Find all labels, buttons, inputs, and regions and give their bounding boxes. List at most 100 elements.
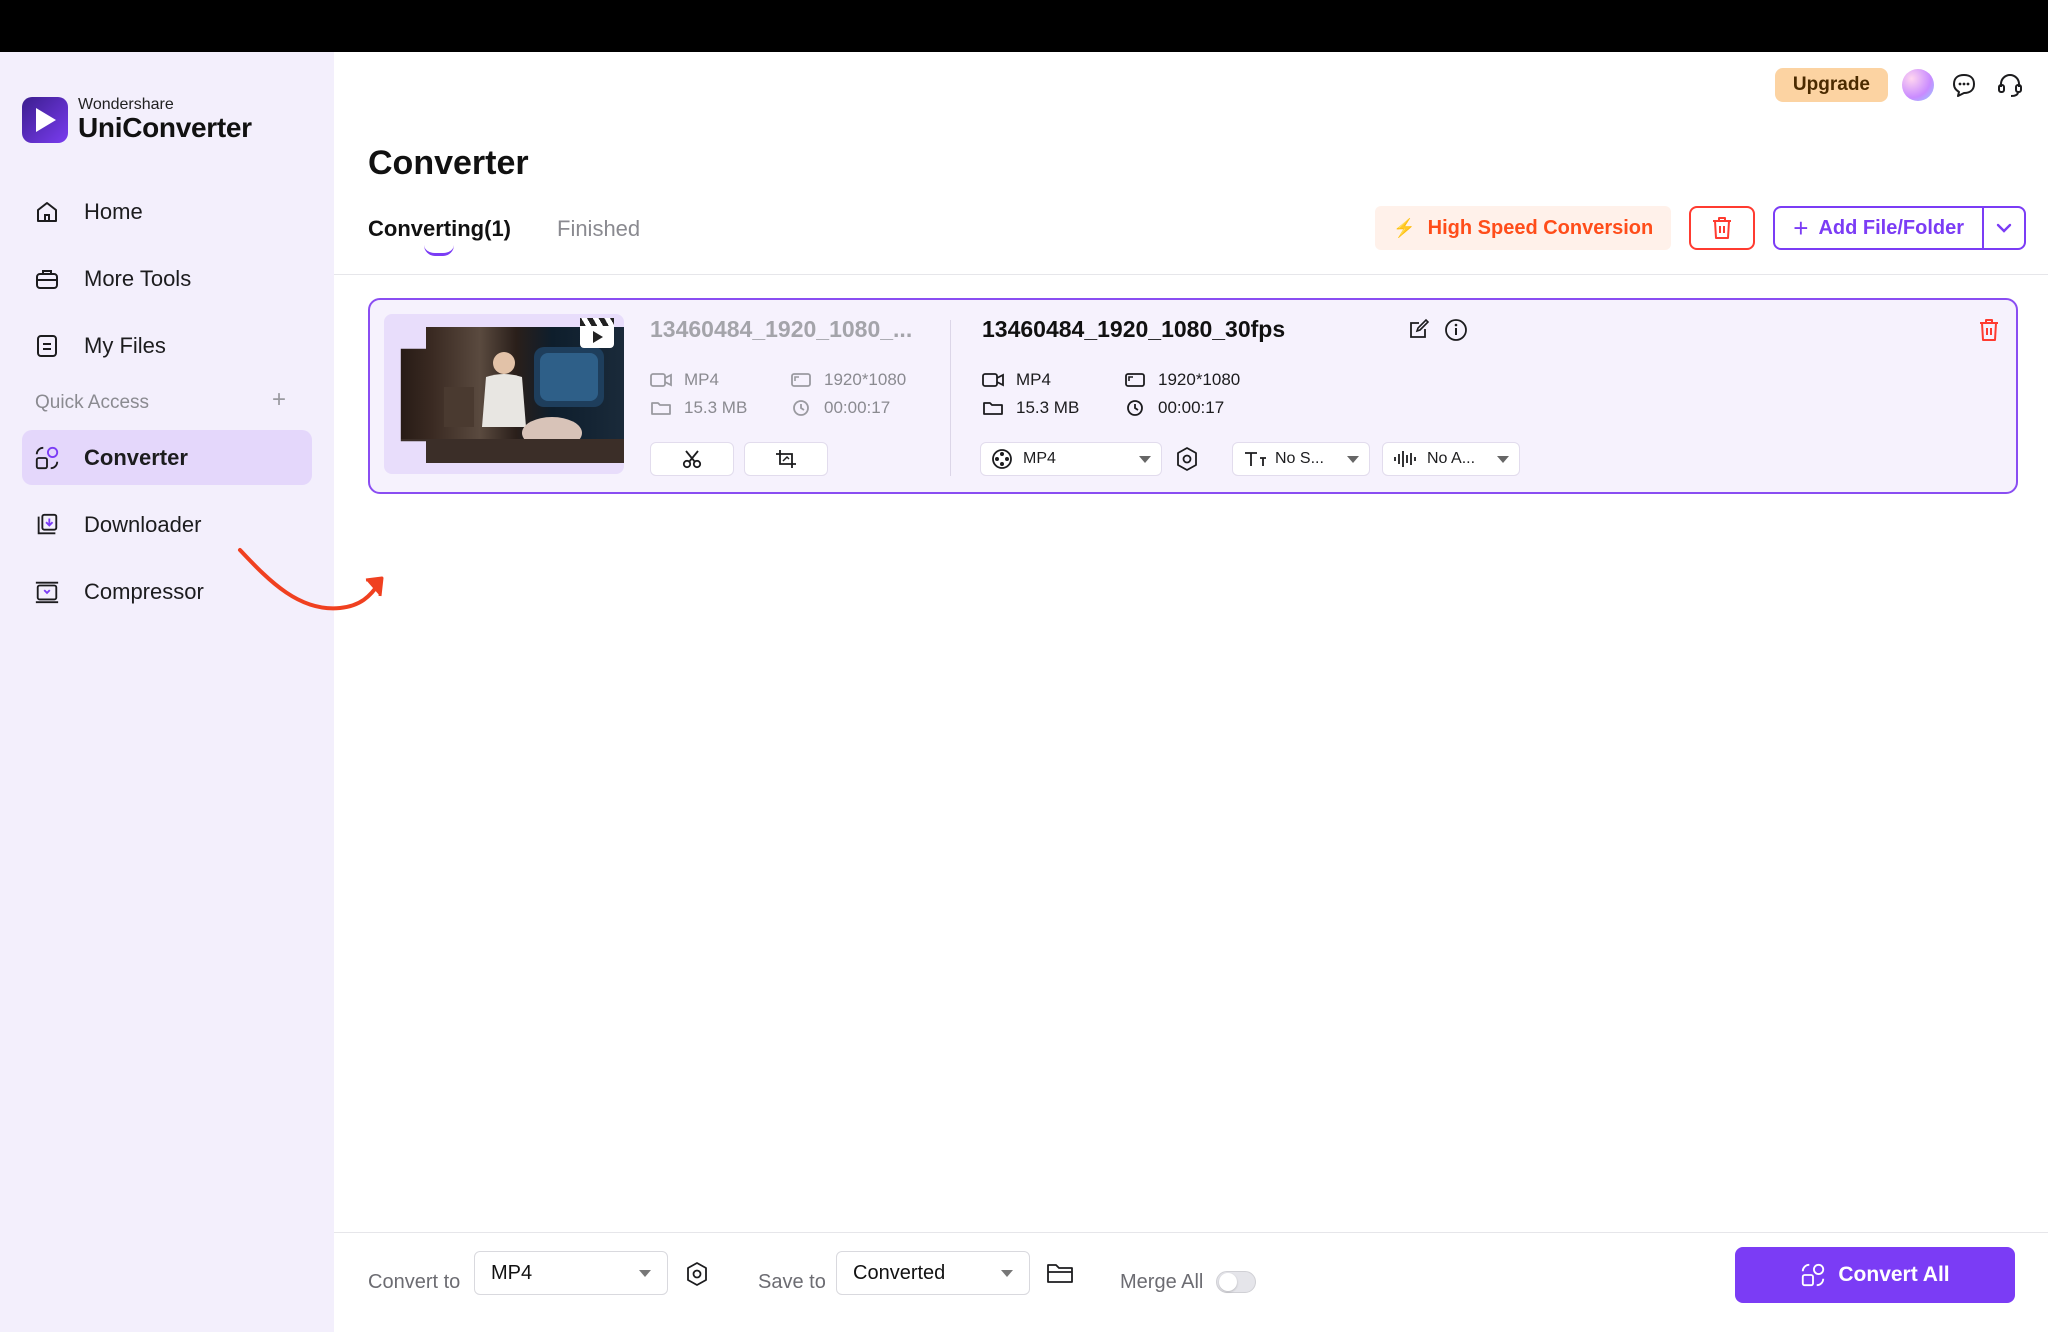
logo-product: UniConverter <box>78 112 252 143</box>
output-resolution: 1920*1080 <box>1124 370 1240 390</box>
merge-all-label: Merge All <box>1120 1271 1204 1293</box>
sidebar-item-label: Converter <box>84 444 188 470</box>
tab-finished[interactable]: Finished <box>557 216 640 242</box>
file-card[interactable]: 13460484_1920_1080_... MP4 1920*1080 15.… <box>368 298 2018 494</box>
converter-tabs: Converting(1) Finished <box>368 216 640 256</box>
sidebar-item-label: My Files <box>84 332 166 358</box>
tab-converting[interactable]: Converting(1) <box>368 216 511 256</box>
screen-top-bar <box>0 0 2048 52</box>
source-resolution: 1920*1080 <box>790 370 906 390</box>
remove-file-button[interactable] <box>1978 318 2000 347</box>
crop-icon <box>776 450 796 468</box>
video-thumbnail[interactable] <box>384 314 624 474</box>
logo-brand: Wondershare <box>78 96 174 113</box>
page-title: Converter <box>368 144 529 182</box>
crop-button[interactable] <box>744 442 828 476</box>
caret-down-icon <box>1001 1269 1013 1277</box>
add-file-group: + Add File/Folder <box>1773 206 2026 250</box>
chevron-down-icon <box>1996 223 2012 233</box>
sidebar: Wondershare UniConverter Home More Tools… <box>0 52 334 1332</box>
trash-icon <box>1980 319 1998 341</box>
header-actions: Upgrade <box>1774 68 2026 102</box>
downloader-icon <box>34 512 60 538</box>
files-icon <box>34 333 60 359</box>
convert-settings-icon[interactable] <box>684 1261 710 1292</box>
clock-icon <box>1124 399 1146 417</box>
app-window: Wondershare UniConverter Home More Tools… <box>0 52 2048 1332</box>
info-icon[interactable] <box>1444 318 1468 347</box>
plus-icon: + <box>1793 212 1809 243</box>
sidebar-item-home[interactable]: Home <box>22 184 312 239</box>
save-to-select[interactable]: Converted <box>836 1251 1030 1295</box>
card-divider <box>950 320 951 476</box>
open-folder-icon[interactable] <box>1046 1261 1074 1290</box>
clapperboard-play-icon[interactable] <box>580 318 614 348</box>
sidebar-item-more-tools[interactable]: More Tools <box>22 251 312 306</box>
output-format: MP4 <box>982 370 1051 390</box>
add-file-label: Add File/Folder <box>1818 216 1964 239</box>
high-speed-label: High Speed Conversion <box>1427 216 1654 239</box>
video-icon <box>982 371 1004 389</box>
support-icon[interactable] <box>1994 69 2026 101</box>
film-reel-icon <box>992 449 1012 469</box>
upgrade-button[interactable]: Upgrade <box>1774 68 1888 102</box>
output-duration: 00:00:17 <box>1124 398 1224 418</box>
audio-wave-icon <box>1394 451 1416 467</box>
resolution-icon <box>1124 371 1146 389</box>
folder-icon <box>650 399 672 417</box>
toolbar-actions: ⚡ High Speed Conversion + Add File/Folde… <box>1375 206 2026 250</box>
main-content: Upgrade Converter Converting(1) Finished… <box>334 52 2048 1332</box>
source-size: 15.3 MB <box>650 398 747 418</box>
caret-down-icon <box>1347 455 1359 463</box>
output-settings-icon[interactable] <box>1174 446 1200 477</box>
avatar[interactable] <box>1902 69 1934 101</box>
annotation-arrow-icon <box>238 548 384 611</box>
sidebar-item-my-files[interactable]: My Files <box>22 318 312 373</box>
converter-icon <box>1802 1263 1825 1287</box>
sidebar-item-label: Compressor <box>84 578 204 604</box>
resolution-icon <box>790 371 812 389</box>
scissors-icon <box>682 450 702 469</box>
convert-to-label: Convert to <box>368 1271 461 1293</box>
caret-down-icon <box>639 1269 651 1277</box>
source-format: MP4 <box>650 370 719 390</box>
add-file-dropdown-button[interactable] <box>1982 208 2024 248</box>
app-logo: Wondershare UniConverter <box>22 96 252 143</box>
audio-select[interactable]: No A... <box>1382 442 1520 476</box>
add-quick-access-icon[interactable]: + <box>272 386 286 414</box>
output-format-select[interactable]: MP4 <box>980 442 1162 476</box>
delete-all-button[interactable] <box>1689 206 1756 250</box>
uniconverter-logo-icon <box>22 96 68 143</box>
output-file-name: 13460484_1920_1080_30fps <box>982 316 1286 342</box>
merge-all-toggle[interactable] <box>1216 1271 1256 1293</box>
output-size: 15.3 MB <box>982 398 1079 418</box>
save-to-label: Save to <box>758 1271 826 1293</box>
header-divider <box>334 274 2048 275</box>
high-speed-conversion-button[interactable]: ⚡ High Speed Conversion <box>1375 206 1672 250</box>
rename-icon[interactable] <box>1408 318 1430 345</box>
source-file-name: 13460484_1920_1080_... <box>650 316 913 342</box>
video-icon <box>650 371 672 389</box>
sidebar-item-converter[interactable]: Converter <box>22 430 312 485</box>
footer-bar: Convert to MP4 Save to Converted Merge A… <box>334 1233 2048 1332</box>
converter-icon <box>34 445 60 471</box>
home-icon <box>34 199 60 225</box>
quick-access-label: Quick Access <box>35 392 150 413</box>
trim-button[interactable] <box>650 442 734 476</box>
sidebar-item-label: More Tools <box>84 265 192 291</box>
caret-down-icon <box>1139 455 1151 463</box>
trash-icon <box>1713 217 1732 239</box>
sidebar-item-label: Home <box>84 198 143 224</box>
subtitle-select[interactable]: No S... <box>1232 442 1370 476</box>
folder-icon <box>982 399 1004 417</box>
subtitle-icon <box>1245 452 1266 466</box>
convert-to-select[interactable]: MP4 <box>474 1251 668 1295</box>
clock-icon <box>790 399 812 417</box>
convert-all-button[interactable]: Convert All <box>1735 1247 2015 1303</box>
source-duration: 00:00:17 <box>790 398 890 418</box>
caret-down-icon <box>1497 455 1509 463</box>
sidebar-item-label: Downloader <box>84 511 202 537</box>
feedback-icon[interactable] <box>1948 69 1980 101</box>
add-file-folder-button[interactable]: + Add File/Folder <box>1775 208 1982 248</box>
lightning-icon: ⚡ <box>1393 217 1416 238</box>
